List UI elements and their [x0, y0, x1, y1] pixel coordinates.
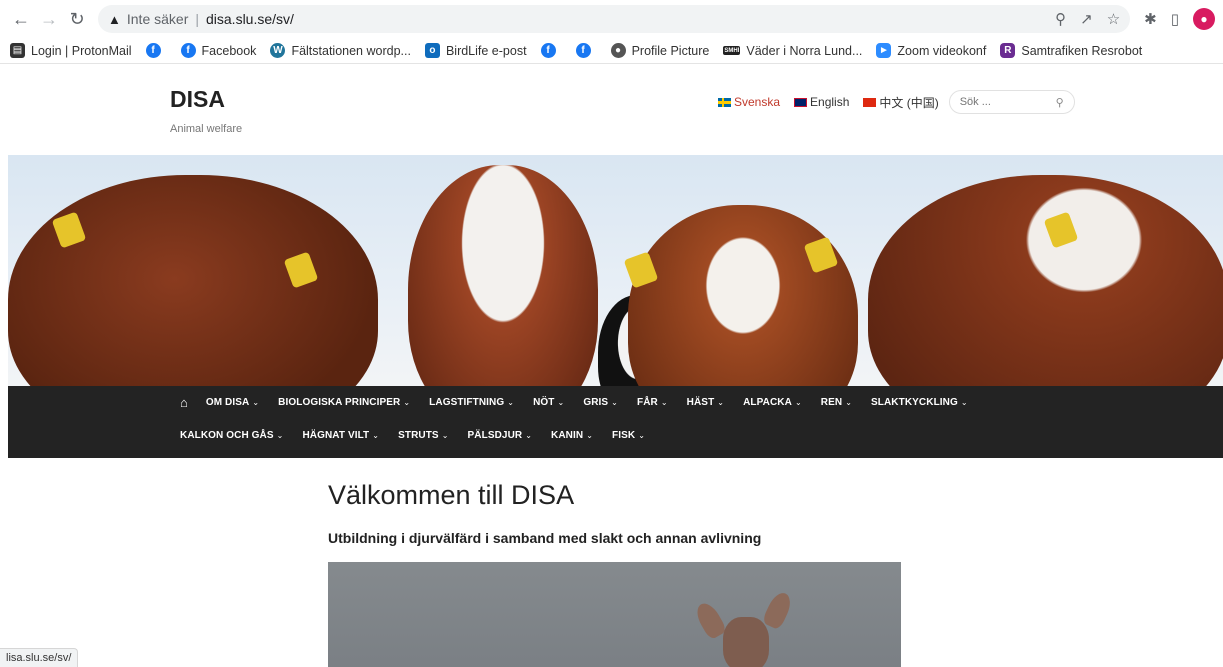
extensions-icon[interactable]: ✱	[1144, 10, 1157, 28]
bookmark-facebook-4[interactable]: f	[575, 43, 597, 58]
nav-gris[interactable]: GRIS ⌄	[583, 397, 618, 408]
nav-slaktkyckling[interactable]: SLAKTKYCKLING ⌄	[871, 397, 968, 408]
facebook-icon: f	[180, 43, 196, 58]
chevron-down-icon: ⌄	[960, 398, 968, 407]
post-subtitle[interactable]: Utbildning i djurvälfärd i samband med s…	[328, 530, 901, 546]
hero-image-cows	[8, 155, 1223, 386]
cow-5	[868, 175, 1223, 386]
facebook-icon: f	[145, 43, 161, 58]
nav-om-disa[interactable]: OM DISA ⌄	[206, 397, 259, 408]
deer-head	[723, 617, 769, 667]
chevron-down-icon: ⌄	[638, 431, 646, 440]
site-description: Animal welfare	[170, 123, 243, 135]
zoom-icon: ►	[876, 43, 892, 58]
zoom-icon[interactable]: ⚲	[1055, 10, 1066, 28]
bookmark-facebook-1[interactable]: f	[145, 43, 167, 58]
bookmark-faltstationen[interactable]: W Fältstationen wordp...	[270, 43, 411, 58]
post-image-deer[interactable]	[328, 562, 901, 667]
chevron-down-icon: ⌄	[372, 431, 380, 440]
bookmark-protonmail[interactable]: ▤ Login | ProtonMail	[10, 43, 132, 58]
nav-row-2: KALKON OCH GÅS ⌄ HÄGNAT VILT ⌄ STRUTS ⌄ PÄL…	[180, 430, 664, 441]
share-icon[interactable]: ↗	[1080, 10, 1093, 28]
address-separator: |	[195, 11, 199, 27]
chevron-down-icon: ⌄	[507, 398, 515, 407]
chevron-down-icon: ⌄	[660, 398, 668, 407]
chevron-down-icon: ⌄	[276, 431, 284, 440]
profile-avatar-icon[interactable]: ●	[1193, 8, 1215, 30]
nav-hagnat-vilt[interactable]: HÄGNAT VILT ⌄	[302, 430, 379, 441]
china-flag-icon	[863, 97, 877, 107]
bookmark-facebook-2[interactable]: f Facebook	[180, 43, 256, 58]
wordpress-icon: W	[270, 43, 286, 58]
bookmark-resrobot[interactable]: R Samtrafiken Resrobot	[1000, 43, 1142, 58]
site-title[interactable]: DISA	[170, 86, 225, 113]
nav-row-1: ⌂ OM DISA ⌄ BIOLOGISKA PRINCIPER ⌄ LAGSTIF…	[180, 395, 987, 410]
cow-4	[628, 205, 858, 386]
nav-ren[interactable]: REN ⌄	[821, 397, 852, 408]
status-bar-url: lisa.slu.se/sv/	[0, 648, 79, 667]
bookmark-zoom[interactable]: ► Zoom videokonf	[876, 43, 986, 58]
deer-ear	[761, 589, 795, 631]
lang-english[interactable]: English	[794, 95, 849, 109]
chevron-down-icon: ⌄	[717, 398, 725, 407]
main-navigation: ⌂ OM DISA ⌄ BIOLOGISKA PRINCIPER ⌄ LAGSTIF…	[8, 386, 1223, 458]
facebook-icon: f	[575, 43, 591, 58]
resrobot-icon: R	[1000, 43, 1016, 58]
protonmail-icon: ▤	[10, 43, 25, 58]
nav-far[interactable]: FÅR ⌄	[637, 397, 668, 408]
url-text: disa.slu.se/sv/	[206, 11, 294, 27]
search-field[interactable]: ⚲	[948, 90, 1075, 114]
chevron-down-icon: ⌄	[252, 398, 260, 407]
nav-kanin[interactable]: KANIN ⌄	[551, 430, 593, 441]
home-icon[interactable]: ⌂	[180, 395, 188, 410]
bookmark-birdlife[interactable]: o BirdLife e-post	[424, 43, 527, 58]
bookmark-facebook-3[interactable]: f	[540, 43, 562, 58]
smhi-icon: SMHI	[723, 46, 741, 55]
chevron-down-icon: ⌄	[611, 398, 618, 407]
chevron-down-icon: ⌄	[525, 431, 533, 440]
nav-fisk[interactable]: FISK ⌄	[612, 430, 645, 441]
chevron-down-icon: ⌄	[845, 398, 852, 407]
chevron-down-icon: ⌄	[557, 398, 565, 407]
language-switcher: Svenska English 中文 (中国) ⚲	[718, 90, 1075, 114]
warning-icon[interactable]: ▲	[108, 12, 121, 27]
outlook-icon: o	[424, 43, 440, 58]
nav-alpacka[interactable]: ALPACKA ⌄	[743, 397, 802, 408]
cow-2	[408, 165, 598, 386]
site-header: DISA Animal welfare Svenska English 中文 (…	[0, 76, 1223, 156]
lang-svenska[interactable]: Svenska	[718, 95, 780, 109]
security-label: Inte säker	[126, 11, 189, 27]
nav-kalkon-och-gas[interactable]: KALKON OCH GÅS ⌄	[180, 430, 283, 441]
address-bar[interactable]: ▲ Inte säker | disa.slu.se/sv/ ⚲ ↗ ☆	[98, 5, 1131, 33]
globe-icon: ●	[610, 43, 626, 58]
page-title: Välkommen till DISA	[328, 480, 575, 510]
main-content: Välkommen till DISA Utbildning i djurväl…	[328, 480, 901, 667]
chevron-down-icon: ⌄	[441, 431, 449, 440]
nav-hast[interactable]: HÄST ⌄	[687, 397, 724, 408]
back-icon[interactable]: ←	[8, 6, 34, 32]
facebook-icon: f	[540, 43, 556, 58]
cow-1	[8, 175, 378, 386]
reload-icon[interactable]: ↻	[64, 6, 90, 32]
side-panel-icon[interactable]: ▯	[1171, 10, 1179, 28]
nav-not[interactable]: NÖT ⌄	[533, 397, 564, 408]
nav-lagstiftning[interactable]: LAGSTIFTNING ⌄	[429, 397, 514, 408]
uk-flag-icon	[794, 97, 808, 107]
bookmark-star-icon[interactable]: ☆	[1107, 10, 1120, 28]
nav-biologiska-principer[interactable]: BIOLOGISKA PRINCIPER ⌄	[278, 397, 410, 408]
nav-palsdjur[interactable]: PÄLSDJUR ⌄	[468, 430, 533, 441]
chevron-down-icon: ⌄	[794, 398, 802, 407]
bookmarks-bar: ▤ Login | ProtonMail f f Facebook W Fältsta…	[0, 38, 1223, 64]
search-input[interactable]	[959, 96, 1040, 108]
bookmark-profile-picture[interactable]: ● Profile Picture	[610, 43, 709, 58]
browser-toolbar: ← → ↻ ▲ Inte säker | disa.slu.se/sv/ ⚲ ↗…	[0, 0, 1223, 38]
chevron-down-icon: ⌄	[403, 398, 411, 407]
forward-icon[interactable]: →	[36, 6, 62, 32]
lang-chinese[interactable]: 中文 (中国)	[863, 94, 939, 111]
nav-struts[interactable]: STRUTS ⌄	[398, 430, 448, 441]
sweden-flag-icon	[718, 97, 731, 107]
chevron-down-icon: ⌄	[586, 431, 594, 440]
search-icon[interactable]: ⚲	[1056, 96, 1064, 109]
bookmark-vader[interactable]: SMHI Väder i Norra Lund...	[723, 44, 862, 58]
